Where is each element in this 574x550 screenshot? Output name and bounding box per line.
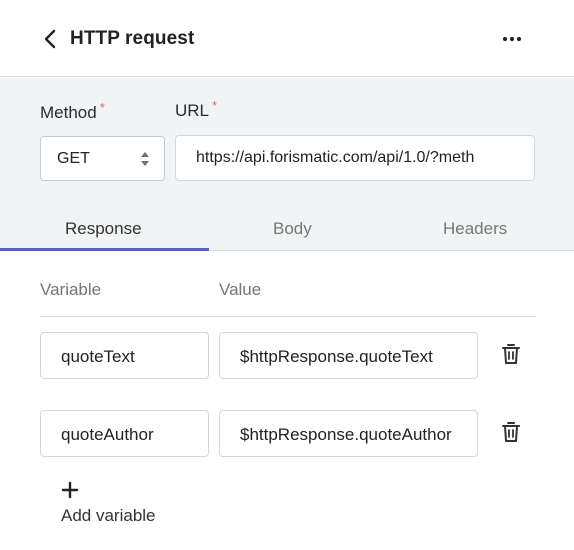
more-horizontal-icon xyxy=(502,36,522,42)
url-label: URL * xyxy=(175,98,218,120)
value-text: $httpResponse.quoteAuthor xyxy=(240,425,452,444)
tab-body[interactable]: Body xyxy=(273,219,312,239)
page-title: HTTP request xyxy=(70,28,195,49)
tab-response[interactable]: Response xyxy=(65,219,142,239)
variable-input[interactable]: quoteAuthor xyxy=(40,410,209,457)
plus-icon xyxy=(61,481,79,499)
tab-headers[interactable]: Headers xyxy=(443,219,507,239)
delete-row-button[interactable] xyxy=(499,419,523,445)
method-select[interactable]: GET xyxy=(40,136,165,181)
back-button[interactable] xyxy=(36,24,64,54)
add-variable-label: Add variable xyxy=(61,506,156,525)
value-column-header: Value xyxy=(219,280,262,299)
trash-icon xyxy=(502,422,520,442)
value-input[interactable]: $httpResponse.quoteText xyxy=(219,332,478,379)
header: HTTP request xyxy=(0,0,574,77)
sort-arrows-icon xyxy=(141,152,149,166)
value-input[interactable]: $httpResponse.quoteAuthor xyxy=(219,410,478,457)
required-mark: * xyxy=(212,98,218,113)
active-tab-indicator xyxy=(0,248,209,251)
header-divider xyxy=(40,316,536,317)
variable-value: quoteAuthor xyxy=(61,425,154,444)
variable-input[interactable]: quoteText xyxy=(40,332,209,379)
variable-column-header: Variable xyxy=(40,280,102,299)
url-value: https://api.forismatic.com/api/1.0/?meth xyxy=(196,149,475,166)
trash-icon xyxy=(502,344,520,364)
value-text: $httpResponse.quoteText xyxy=(240,347,433,366)
method-value: GET xyxy=(57,150,90,167)
chevron-left-icon xyxy=(44,29,56,49)
more-options-button[interactable] xyxy=(497,26,527,52)
url-input[interactable]: https://api.forismatic.com/api/1.0/?meth xyxy=(175,135,535,181)
variable-value: quoteText xyxy=(61,347,135,366)
required-mark: * xyxy=(99,100,105,115)
method-label: Method * xyxy=(40,100,105,122)
delete-row-button[interactable] xyxy=(499,341,523,367)
